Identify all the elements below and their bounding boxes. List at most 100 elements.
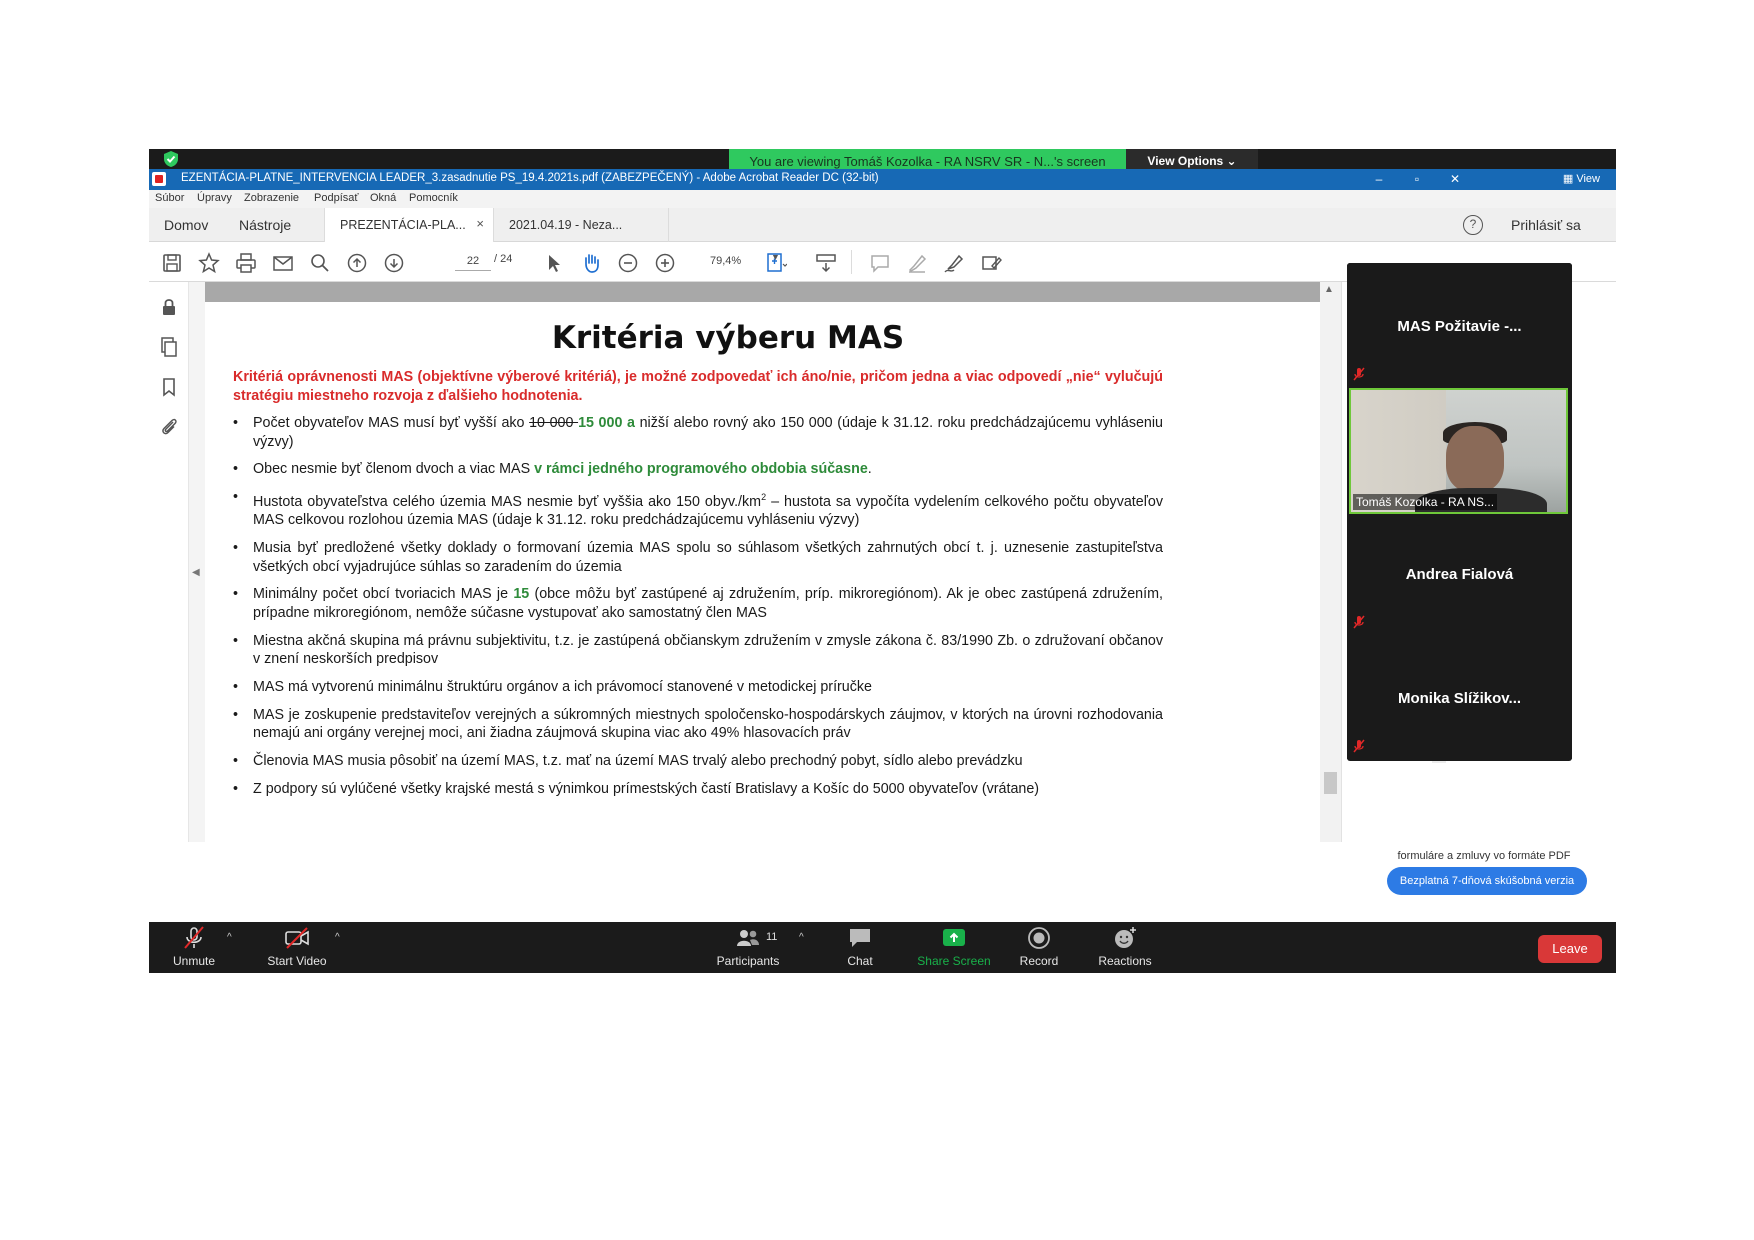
muted-mic-icon: [1353, 367, 1365, 381]
highlight-pen-icon[interactable]: [906, 252, 928, 274]
list-item: Obec nesmie byť členom dvoch a viac MAS …: [233, 460, 1163, 479]
tab-document-active[interactable]: PREZENTÁCIA-PLA... ×: [324, 208, 494, 242]
participant-tile[interactable]: MAS Požitavie -...: [1347, 263, 1572, 387]
chat-icon: [850, 929, 870, 947]
chat-label: Chat: [847, 954, 873, 968]
select-cursor-icon[interactable]: [543, 252, 565, 274]
save-icon[interactable]: [161, 252, 183, 274]
page-down-icon[interactable]: [383, 252, 405, 274]
participant-name: Andrea Fialová: [1405, 566, 1514, 583]
participant-name: MAS Požitavie -...: [1397, 318, 1522, 335]
zoom-view-label[interactable]: ▦ View: [1563, 169, 1600, 189]
person-face: [1446, 426, 1504, 492]
close-window-button[interactable]: ✕: [1445, 170, 1465, 188]
menu-item-sign[interactable]: Podpísať: [314, 192, 359, 204]
participant-name: Tomáš Kozolka - RA NS...: [1353, 494, 1498, 510]
menu-item-help[interactable]: Pomocník: [409, 192, 458, 204]
attachment-icon[interactable]: [158, 416, 180, 438]
page-up-icon[interactable]: [346, 252, 368, 274]
shield-icon: [164, 151, 178, 167]
free-trial-button[interactable]: Bezplatná 7-dňová skúšobná verzia: [1387, 867, 1587, 895]
minimize-button[interactable]: –: [1369, 170, 1389, 188]
leave-button[interactable]: Leave: [1538, 935, 1602, 963]
document-scrollbar[interactable]: ▲: [1320, 282, 1341, 842]
email-icon[interactable]: [272, 252, 294, 274]
tab-label: 2021.04.19 - Neza...: [509, 218, 623, 232]
grid-view-icon: ▦: [1562, 173, 1577, 185]
sign-in-link[interactable]: Prihlásiť sa: [1511, 217, 1581, 233]
menu-bar: Súbor Úpravy Zobrazenie Podpísať Okná Po…: [149, 190, 1616, 208]
scrollbar-thumb[interactable]: [1324, 772, 1337, 794]
left-navigation-rail: [149, 282, 189, 842]
bullet-text: MAS má vytvorenú minimálnu štruktúru org…: [253, 679, 873, 696]
reactions-button[interactable]: Reactions: [1093, 926, 1157, 968]
lock-icon[interactable]: [158, 296, 180, 318]
list-item: Z podpory sú vylúčené všetky krajské mes…: [233, 780, 1163, 799]
participant-tile[interactable]: Andrea Fialová: [1347, 511, 1572, 635]
muted-mic-icon: [184, 926, 204, 949]
menu-item-file[interactable]: Súbor: [155, 192, 184, 204]
unmute-button[interactable]: Unmute: [169, 926, 219, 968]
list-item: Miestna akčná skupina má právnu subjekti…: [233, 632, 1163, 669]
sign-pen-icon[interactable]: [943, 252, 965, 274]
share-screen-label: Share Screen: [917, 954, 991, 968]
participants-count: 11: [766, 931, 778, 943]
comment-icon[interactable]: [869, 252, 891, 274]
chat-button[interactable]: Chat: [835, 926, 885, 968]
unmute-label: Unmute: [172, 954, 216, 968]
record-button[interactable]: Record: [1012, 926, 1066, 968]
chevron-up-icon[interactable]: ^: [335, 932, 340, 943]
hand-tool-icon[interactable]: [580, 252, 602, 274]
menu-item-edit[interactable]: Úpravy: [197, 192, 232, 204]
share-screen-icon: [943, 929, 965, 946]
scroll-mode-icon[interactable]: [815, 252, 837, 274]
close-tab-icon[interactable]: ×: [476, 216, 484, 231]
toolbar-separator: [851, 250, 852, 274]
start-video-button[interactable]: Start Video: [261, 926, 333, 968]
participants-label: Participants: [716, 954, 780, 968]
maximize-button[interactable]: ▫: [1407, 170, 1427, 188]
page-thumbnails-icon[interactable]: [158, 336, 180, 358]
bullet-text: Obec nesmie byť členom dvoch a viac MAS: [253, 461, 535, 478]
collapse-left-icon[interactable]: ◀: [192, 567, 200, 578]
page-number-input[interactable]: 22: [455, 251, 491, 271]
chevron-up-icon[interactable]: ^: [799, 932, 804, 943]
nav-home[interactable]: Domov: [164, 217, 208, 233]
bookmark-icon[interactable]: [158, 376, 180, 398]
help-icon[interactable]: ?: [1463, 215, 1483, 235]
print-icon[interactable]: [235, 252, 257, 274]
record-label: Record: [1019, 954, 1059, 968]
fit-page-icon[interactable]: [765, 252, 787, 274]
nav-tools[interactable]: Nástroje: [239, 217, 291, 233]
active-speaker-video[interactable]: Tomáš Kozolka - RA NS...: [1349, 388, 1568, 514]
participant-tile[interactable]: Monika Slížikov...: [1347, 635, 1572, 759]
scroll-up-icon[interactable]: ▲: [1324, 284, 1334, 295]
fill-sign-icon[interactable]: [980, 252, 1002, 274]
list-item: MAS má vytvorenú minimálnu štruktúru org…: [233, 678, 1163, 697]
highlight-text: 15 000 a: [578, 415, 635, 431]
menu-item-windows[interactable]: Okná: [370, 192, 396, 204]
tab-document-2[interactable]: 2021.04.19 - Neza...: [494, 208, 669, 242]
share-indicator: [149, 149, 187, 169]
bookmark-star-icon[interactable]: [198, 252, 220, 274]
muted-mic-icon: [1353, 739, 1365, 753]
bullet-text: Minimálny počet obcí tvoriacich MAS je: [253, 586, 514, 603]
tabs-row: Domov Nástroje PREZENTÁCIA-PLA... × 2021…: [149, 208, 1616, 242]
zoom-level-field[interactable]: 79,4%: [710, 251, 770, 271]
struck-text: 10 000: [529, 415, 579, 431]
menu-item-view[interactable]: Zobrazenie: [244, 192, 299, 204]
bullet-text: Počet obyvateľov MAS musí byť vyšší ako: [253, 415, 530, 431]
list-item: Minimálny počet obcí tvoriacich MAS je 1…: [233, 585, 1163, 622]
zoom-out-icon[interactable]: [617, 252, 639, 274]
pdf-page: ◀ Kritéria výberu MAS Kritériá oprávneno…: [192, 282, 1341, 842]
zoom-in-icon[interactable]: [654, 252, 676, 274]
chevron-up-icon[interactable]: ^: [227, 932, 232, 943]
bullet-text: Z podpory sú vylúčené všetky krajské mes…: [253, 780, 1040, 797]
share-screen-button[interactable]: Share Screen: [913, 926, 995, 968]
bullet-text: MAS je zoskupenie predstaviteľov verejný…: [253, 706, 1163, 742]
bullet-text-rest: .: [867, 461, 872, 478]
reactions-icon: [1115, 927, 1136, 948]
search-icon[interactable]: [309, 252, 331, 274]
participant-name: Monika Slížikov...: [1397, 690, 1522, 707]
list-item: Počet obyvateľov MAS musí byť vyšší ako …: [233, 414, 1163, 451]
